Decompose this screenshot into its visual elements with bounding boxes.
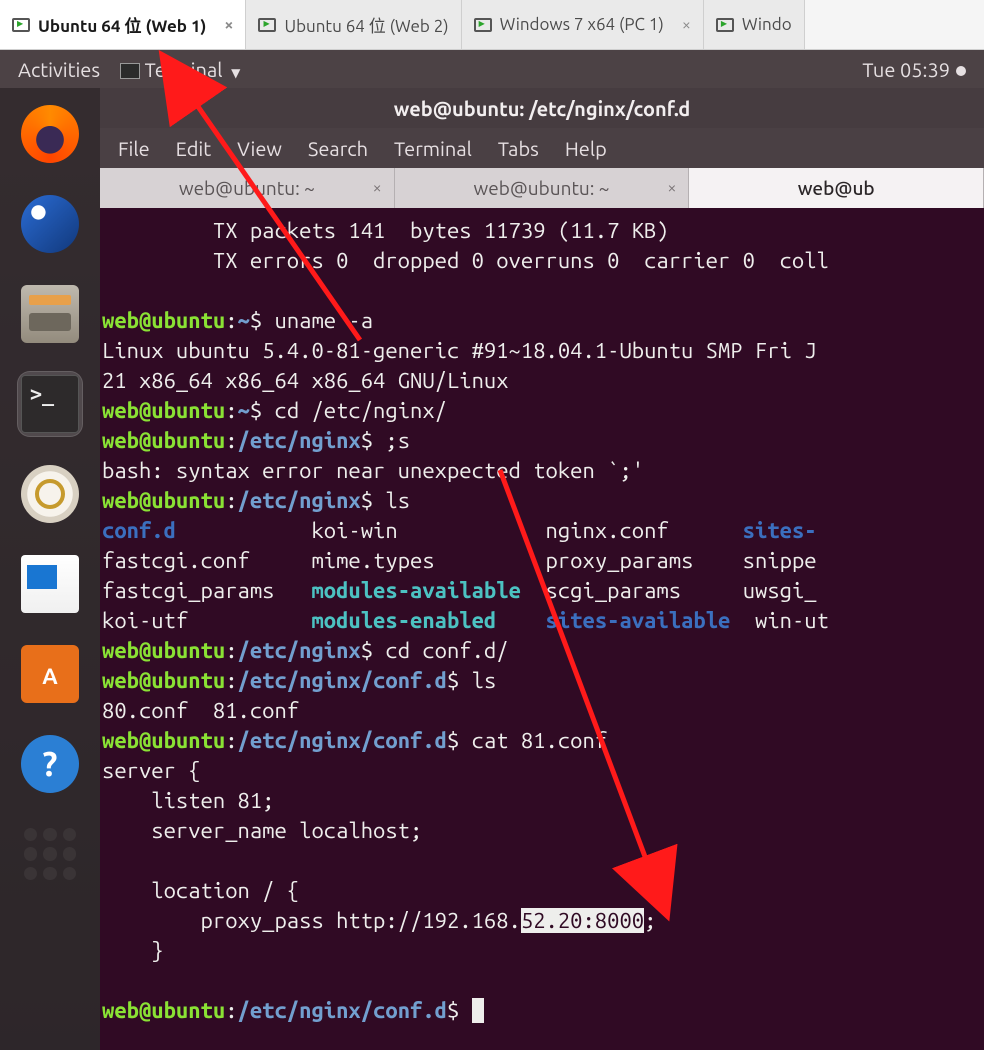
- clock[interactable]: Tue 05:39: [862, 58, 966, 81]
- menu-tabs[interactable]: Tabs: [498, 137, 539, 160]
- vm-monitor-icon: [12, 18, 30, 32]
- vmware-tab-web1[interactable]: Ubuntu 64 位 (Web 1) ×: [0, 0, 246, 49]
- thunderbird-icon[interactable]: [18, 192, 82, 256]
- terminal-tab-1[interactable]: web@ubuntu: ~ ×: [100, 168, 395, 208]
- chevron-down-icon: ▼: [231, 67, 240, 80]
- vm-monitor-icon: [258, 18, 276, 32]
- menu-search[interactable]: Search: [308, 137, 368, 160]
- menu-terminal[interactable]: Terminal: [394, 137, 472, 160]
- menu-help[interactable]: Help: [565, 137, 607, 160]
- vmware-tab-bar: Ubuntu 64 位 (Web 1) × Ubuntu 64 位 (Web 2…: [0, 0, 984, 50]
- ls-entry: nginx.conf: [546, 518, 669, 543]
- vmware-tab-label: Ubuntu 64 位 (Web 1): [38, 12, 206, 37]
- close-icon[interactable]: ×: [667, 179, 676, 197]
- terminal-app-icon[interactable]: [18, 372, 82, 436]
- files-icon[interactable]: [18, 282, 82, 346]
- vmware-tab-pc1[interactable]: Windows 7 x64 (PC 1) ×: [462, 0, 704, 49]
- vmware-tab-truncated[interactable]: Windo: [704, 0, 805, 49]
- menu-view[interactable]: View: [237, 137, 282, 160]
- terminal-output[interactable]: TX packets 141 bytes 11739 (11.7 KB) TX …: [100, 208, 984, 1050]
- firefox-icon[interactable]: [18, 102, 82, 166]
- terminal-tab-bar: web@ubuntu: ~ × web@ubuntu: ~ × web@ub: [100, 168, 984, 208]
- app-grid-icon[interactable]: [18, 822, 82, 886]
- menu-file[interactable]: File: [118, 137, 150, 160]
- terminal-small-icon: [120, 63, 140, 79]
- terminal-tab-label: web@ubuntu: ~: [179, 177, 315, 199]
- terminal-cursor: [472, 998, 484, 1023]
- notification-dot-icon: [956, 66, 966, 76]
- terminal-menubar: File Edit View Search Terminal Tabs Help: [100, 128, 984, 168]
- ls-entry: modules-available: [311, 578, 520, 603]
- ls-entry: modules-enabled: [311, 608, 496, 633]
- active-app-indicator[interactable]: Terminal ▼: [120, 58, 240, 81]
- menu-edit[interactable]: Edit: [176, 137, 211, 160]
- ls-entry: sites-available: [546, 608, 731, 633]
- vmware-tab-web2[interactable]: Ubuntu 64 位 (Web 2): [246, 0, 461, 49]
- gnome-top-bar: Activities Terminal ▼ Tue 05:39: [0, 50, 984, 88]
- terminal-tab-label: web@ub: [798, 177, 875, 199]
- ls-entry: uwsgi_: [743, 578, 817, 603]
- ls-entry: fastcgi_params: [102, 578, 274, 603]
- libreoffice-writer-icon[interactable]: [18, 552, 82, 616]
- vmware-tab-label: Windo: [742, 15, 792, 34]
- terminal-tab-3[interactable]: web@ub: [689, 168, 984, 208]
- terminal-tab-2[interactable]: web@ubuntu: ~ ×: [395, 168, 690, 208]
- vm-monitor-icon: [474, 18, 492, 32]
- close-icon[interactable]: ×: [373, 179, 382, 197]
- vmware-tab-label: Windows 7 x64 (PC 1): [500, 15, 664, 34]
- vm-monitor-icon: [716, 18, 734, 32]
- ls-entry: proxy_params: [546, 548, 694, 573]
- close-icon[interactable]: ×: [224, 16, 233, 34]
- dock: ?: [0, 88, 100, 1050]
- rhythmbox-icon[interactable]: [18, 462, 82, 526]
- close-icon[interactable]: ×: [682, 16, 691, 34]
- ls-entry: conf.d: [102, 518, 176, 543]
- ubuntu-software-icon[interactable]: [18, 642, 82, 706]
- terminal-tab-label: web@ubuntu: ~: [474, 177, 610, 199]
- vmware-tab-label: Ubuntu 64 位 (Web 2): [284, 12, 448, 37]
- desktop: ? web@ubuntu: /etc/nginx/conf.d File Edi…: [0, 88, 984, 1050]
- active-app-name: Terminal: [145, 58, 223, 81]
- window-title: web@ubuntu: /etc/nginx/conf.d: [100, 88, 984, 128]
- ls-entry: koi-win: [311, 518, 397, 543]
- ls-entry: sites-: [743, 518, 817, 543]
- ls-entry: koi-utf: [102, 608, 188, 633]
- help-icon[interactable]: ?: [18, 732, 82, 796]
- highlighted-text: 52.20:8000: [521, 908, 644, 933]
- activities-button[interactable]: Activities: [18, 58, 100, 81]
- terminal-window: web@ubuntu: /etc/nginx/conf.d File Edit …: [100, 88, 984, 1050]
- ls-entry: fastcgi.conf: [102, 548, 250, 573]
- ls-entry: win-ut: [755, 608, 829, 633]
- ls-entry: scgi_params: [546, 578, 682, 603]
- ls-entry: mime.types: [311, 548, 434, 573]
- ls-entry: snippe: [743, 548, 817, 573]
